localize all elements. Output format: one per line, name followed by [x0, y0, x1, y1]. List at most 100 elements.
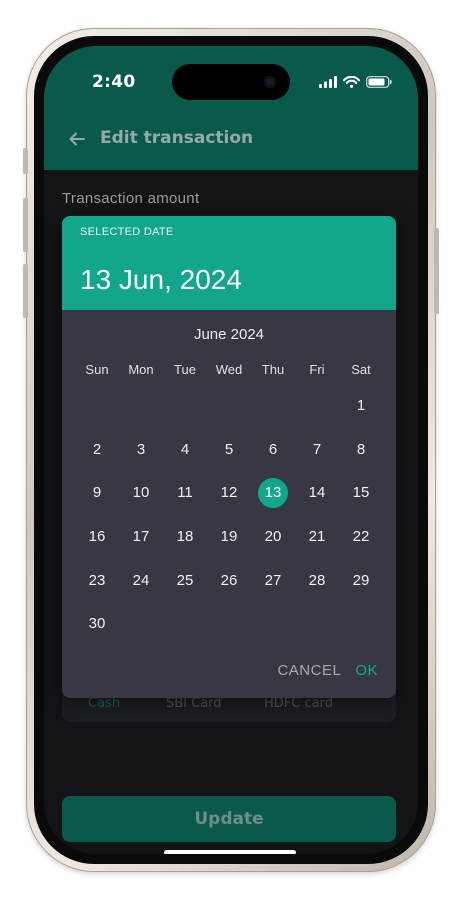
calendar-day-number: 28: [308, 571, 326, 589]
calendar-day[interactable]: 24: [119, 558, 163, 602]
date-picker-dialog: SELECTED DATE 13 Jun, 2024 June 2024 Sun…: [62, 216, 396, 698]
app-bar: 2:40 Edit transaction: [44, 46, 418, 170]
calendar-day-number: 14: [308, 484, 326, 502]
battery-icon: [366, 76, 392, 88]
calendar-day-number: 9: [92, 484, 102, 502]
tab-cash[interactable]: Cash: [88, 696, 120, 711]
ok-button[interactable]: OK: [355, 662, 378, 679]
volume-up-button: [23, 198, 28, 252]
calendar-day[interactable]: 11: [163, 471, 207, 515]
calendar-day-number: 18: [176, 528, 194, 546]
calendar-day-number: 17: [132, 528, 150, 546]
calendar-day-number: 23: [88, 571, 106, 589]
calendar-day-number: 4: [180, 440, 190, 458]
phone-frame: 2:40 Edit transaction Transaction amount…: [23, 28, 439, 872]
calendar-day-number: 5: [224, 440, 234, 458]
calendar-grid: 1 2 3 4 5 6 7 8 9 10 11 12 13 14 15 16 17 18 19 20 21 22 23 24 2…: [75, 384, 383, 646]
calendar-day-number: 7: [312, 440, 322, 458]
calendar-day[interactable]: 2: [75, 428, 119, 472]
calendar-day[interactable]: 27: [251, 558, 295, 602]
calendar-day[interactable]: 4: [163, 428, 207, 472]
calendar-day[interactable]: 16: [75, 515, 119, 559]
calendar-day-number: 15: [352, 484, 370, 502]
month-label: June 2024: [193, 326, 265, 343]
cancel-button[interactable]: CANCEL: [277, 662, 341, 679]
calendar-day[interactable]: 5: [207, 428, 251, 472]
selected-date-value: 13 Jun, 2024: [80, 264, 242, 295]
calendar-day[interactable]: 12: [207, 471, 251, 515]
calendar-empty-cell: [295, 384, 339, 428]
calendar-day-number: 26: [220, 571, 238, 589]
calendar-day[interactable]: 8: [339, 428, 383, 472]
calendar-day[interactable]: 25: [163, 558, 207, 602]
tab-hdfc-card[interactable]: HDFC card: [264, 696, 333, 711]
calendar-day[interactable]: 30: [75, 602, 119, 646]
update-button[interactable]: Update: [62, 796, 396, 842]
signal-icon: [319, 76, 337, 88]
calendar-day[interactable]: 28: [295, 558, 339, 602]
calendar-day[interactable]: 20: [251, 515, 295, 559]
calendar-day[interactable]: 1: [339, 384, 383, 428]
calendar-day-number: 25: [176, 571, 194, 589]
calendar-day-number: 11: [177, 484, 193, 502]
weekday-label: Thu: [261, 362, 285, 377]
weekday-label: Wed: [215, 362, 243, 377]
dialog-actions: CANCEL OK: [277, 662, 378, 679]
bezel: 2:40 Edit transaction Transaction amount…: [34, 36, 428, 864]
transaction-amount-label: Transaction amount: [62, 190, 200, 207]
calendar-day[interactable]: 14: [295, 471, 339, 515]
calendar-day[interactable]: 29: [339, 558, 383, 602]
calendar-day-number: 27: [264, 571, 282, 589]
calendar-day-number: 6: [268, 440, 278, 458]
calendar-day-number: 22: [352, 528, 370, 546]
calendar-day[interactable]: 22: [339, 515, 383, 559]
date-picker-header: SELECTED DATE 13 Jun, 2024: [62, 216, 396, 310]
calendar-day[interactable]: 3: [119, 428, 163, 472]
calendar-day-number: 2: [92, 440, 102, 458]
tab-sbi-card[interactable]: SBI Card: [166, 696, 222, 711]
status-icons: [319, 76, 392, 88]
calendar-day[interactable]: 6: [251, 428, 295, 472]
calendar-day-number: 16: [88, 528, 106, 546]
calendar-day[interactable]: 23: [75, 558, 119, 602]
calendar-day-selected[interactable]: 13: [251, 471, 295, 515]
calendar-day-number: 8: [356, 440, 366, 458]
wifi-icon: [343, 76, 360, 88]
weekday-label: Sun: [85, 362, 109, 377]
status-time: 2:40: [92, 72, 136, 92]
camera-icon: [264, 76, 276, 88]
calendar-empty-cell: [163, 384, 207, 428]
selected-date-label: SELECTED DATE: [80, 226, 174, 238]
calendar-day-number: 1: [356, 397, 366, 415]
calendar-day-number: 24: [132, 571, 150, 589]
back-arrow-icon[interactable]: [66, 128, 88, 150]
calendar-day[interactable]: 9: [75, 471, 119, 515]
calendar-empty-cell: [207, 384, 251, 428]
weekday-header: Sun Mon Tue Wed Thu Fri Sat: [75, 362, 383, 377]
power-button: [434, 228, 439, 314]
weekday-label: Mon: [128, 362, 154, 377]
calendar-day-number: 20: [264, 528, 282, 546]
calendar-day[interactable]: 17: [119, 515, 163, 559]
calendar-day-number: 12: [220, 484, 238, 502]
calendar-day-number: 29: [352, 571, 370, 589]
calendar-day[interactable]: 15: [339, 471, 383, 515]
calendar-day-number: 13: [258, 477, 288, 508]
calendar-day-number: 19: [220, 528, 238, 546]
page-title: Edit transaction: [100, 128, 254, 148]
calendar-day[interactable]: 10: [119, 471, 163, 515]
calendar-day[interactable]: 7: [295, 428, 339, 472]
screen: 2:40 Edit transaction Transaction amount…: [44, 46, 418, 854]
calendar-day[interactable]: 21: [295, 515, 339, 559]
calendar-empty-cell: [119, 384, 163, 428]
calendar-day-number: 3: [136, 440, 146, 458]
calendar-day[interactable]: 18: [163, 515, 207, 559]
mute-switch: [23, 148, 28, 174]
calendar-day-number: 10: [132, 484, 150, 502]
calendar-day[interactable]: 26: [207, 558, 251, 602]
calendar-empty-cell: [75, 384, 119, 428]
volume-down-button: [23, 264, 28, 318]
calendar-empty-cell: [251, 384, 295, 428]
calendar-day[interactable]: 19: [207, 515, 251, 559]
calendar-day-number: 21: [308, 528, 326, 546]
